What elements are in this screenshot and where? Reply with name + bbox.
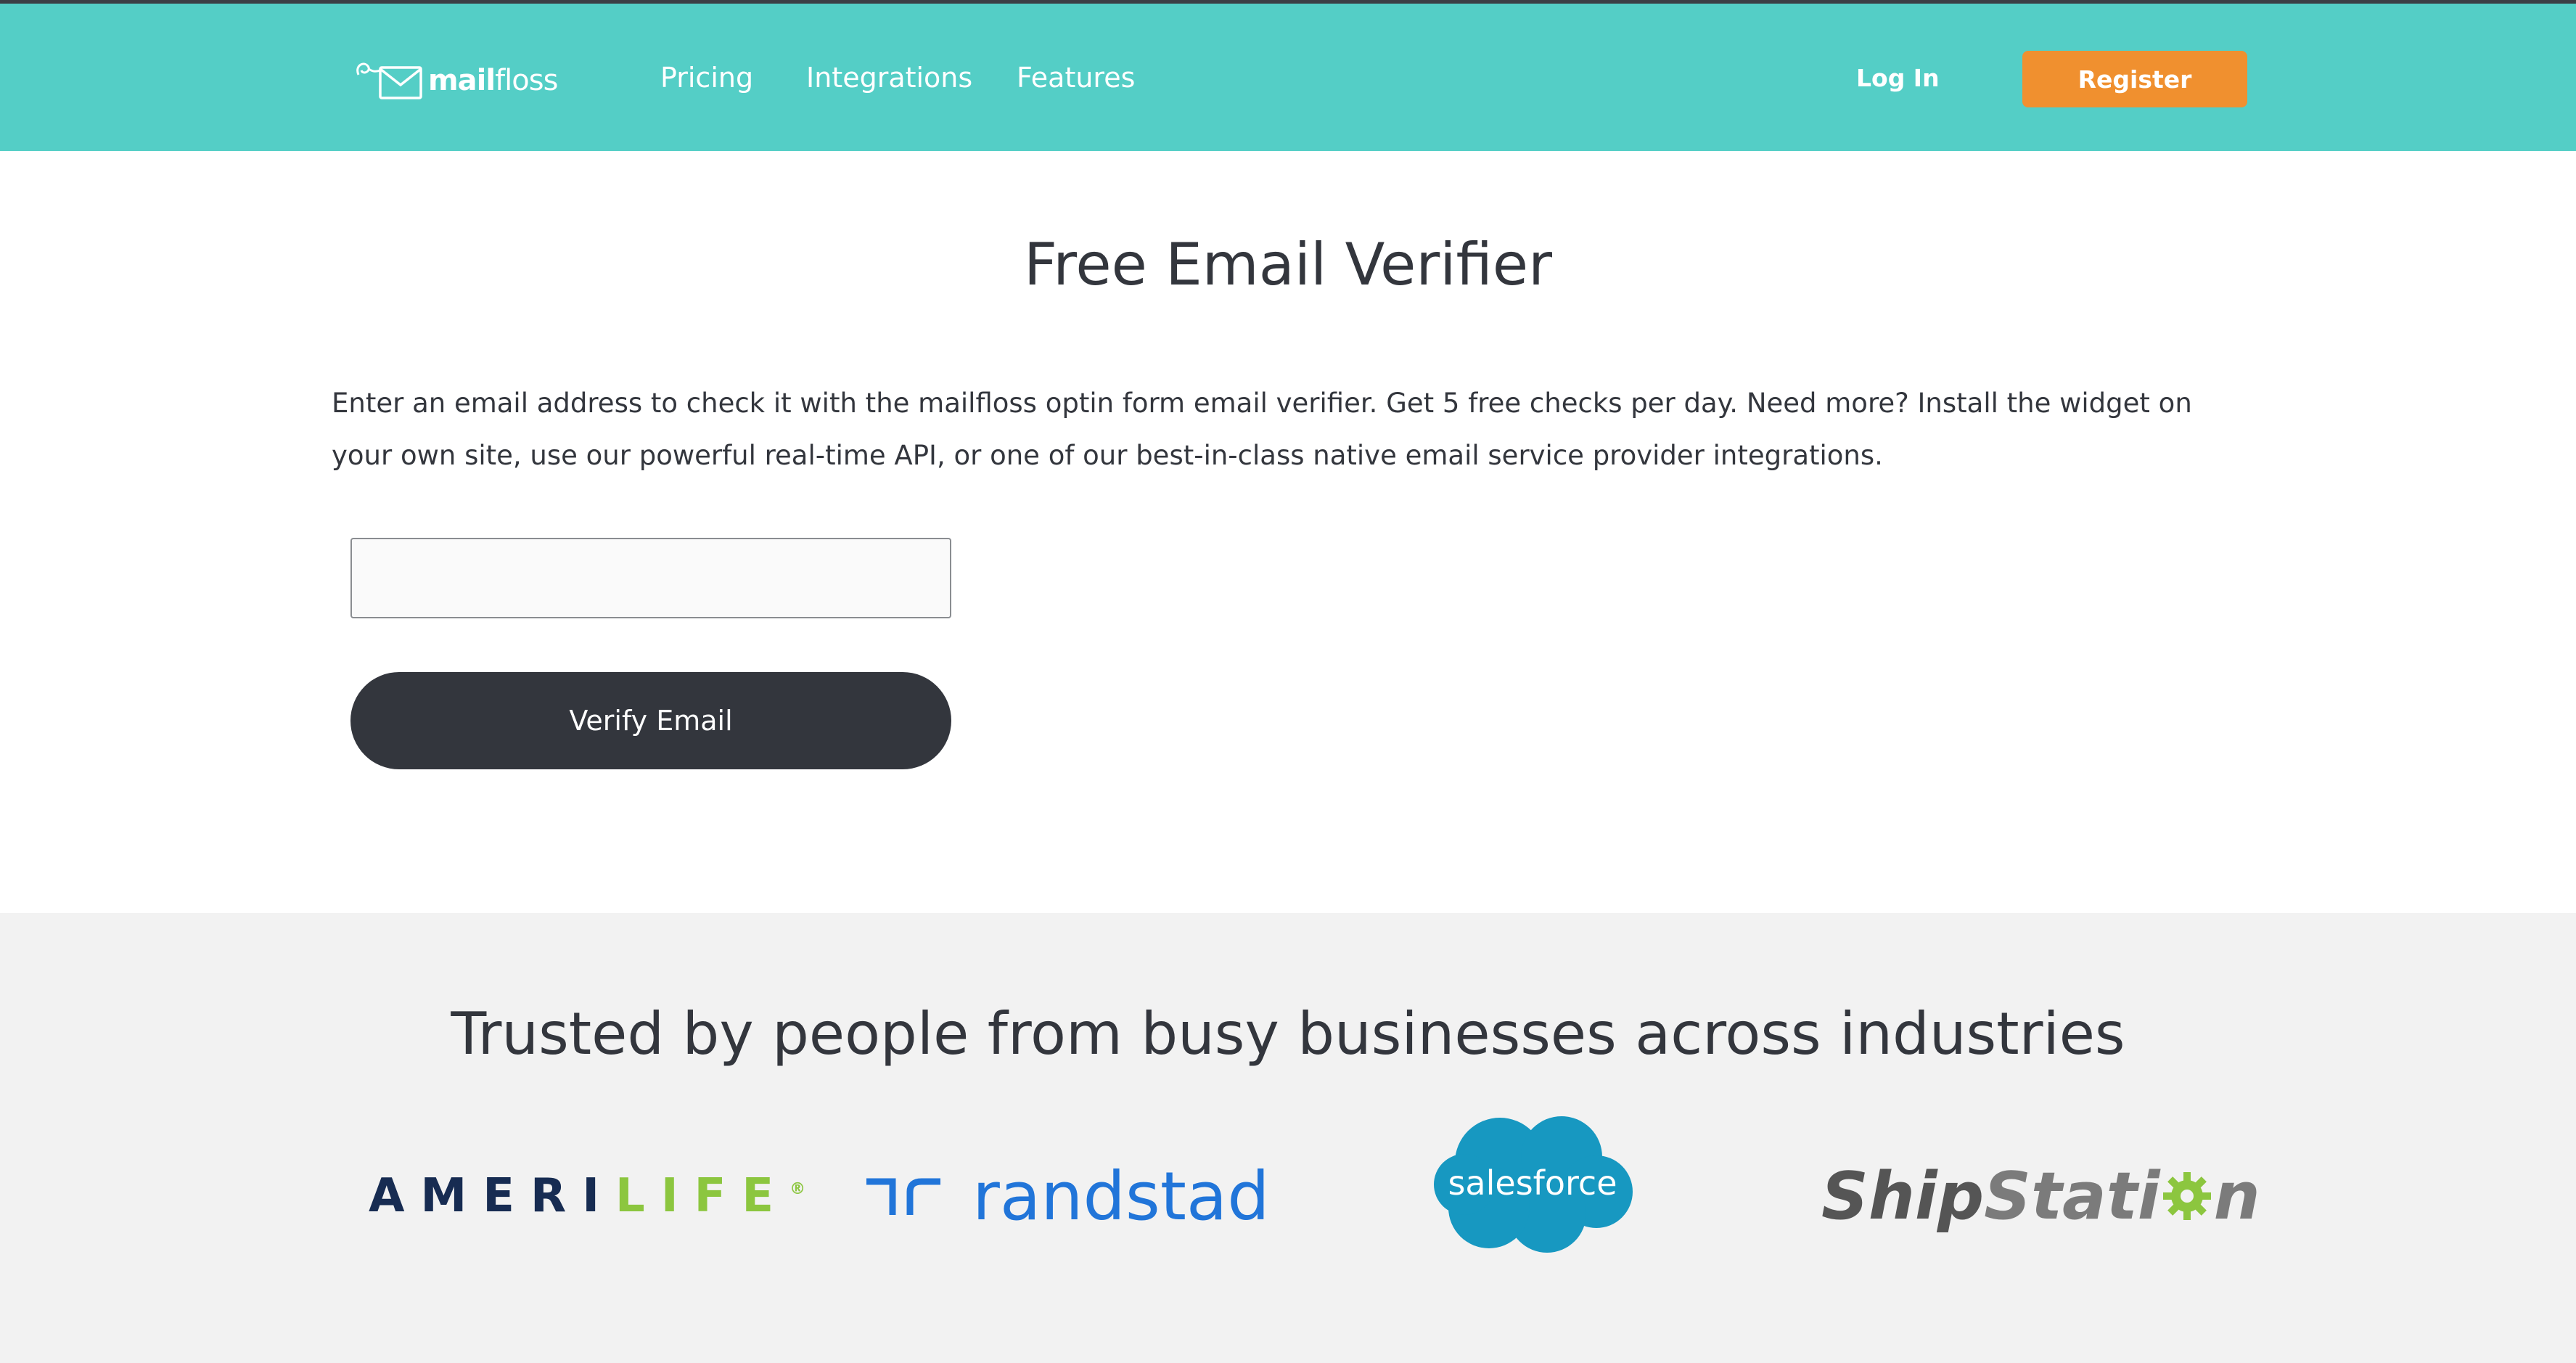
verifier-section: Free Email Verifier Enter an email addre… bbox=[0, 151, 2576, 913]
envelope-icon bbox=[356, 62, 422, 99]
login-link[interactable]: Log In bbox=[1856, 64, 1940, 92]
gear-icon bbox=[2162, 1172, 2211, 1220]
randstad-mark-icon bbox=[866, 1178, 940, 1215]
trusted-section: Trusted by people from busy businesses a… bbox=[0, 913, 2576, 1363]
verify-email-button[interactable]: Verify Email bbox=[350, 672, 951, 769]
logo-wordmark: mailfloss bbox=[428, 64, 558, 97]
mailfloss-logo[interactable]: mailfloss bbox=[351, 54, 558, 107]
salesforce-logo: salesforce bbox=[1431, 1112, 1634, 1254]
verifier-description: Enter an email address to check it with … bbox=[332, 388, 2192, 471]
randstad-logo: randstad bbox=[864, 1145, 1270, 1247]
register-button[interactable]: Register bbox=[2022, 51, 2247, 107]
shipstation-logo: Ship Stati n bbox=[1821, 1158, 2260, 1235]
nav-pricing[interactable]: Pricing bbox=[660, 62, 753, 94]
site-header: mailfloss Pricing Integrations Features … bbox=[0, 4, 2576, 151]
email-input[interactable] bbox=[350, 538, 951, 618]
page-title: Free Email Verifier bbox=[1024, 231, 1552, 298]
nav-features[interactable]: Features bbox=[1017, 62, 1135, 94]
trusted-title: Trusted by people from busy businesses a… bbox=[451, 1000, 2125, 1068]
amerilife-logo: AMERI LIFE ® bbox=[369, 1169, 806, 1223]
nav-integrations[interactable]: Integrations bbox=[806, 62, 972, 94]
